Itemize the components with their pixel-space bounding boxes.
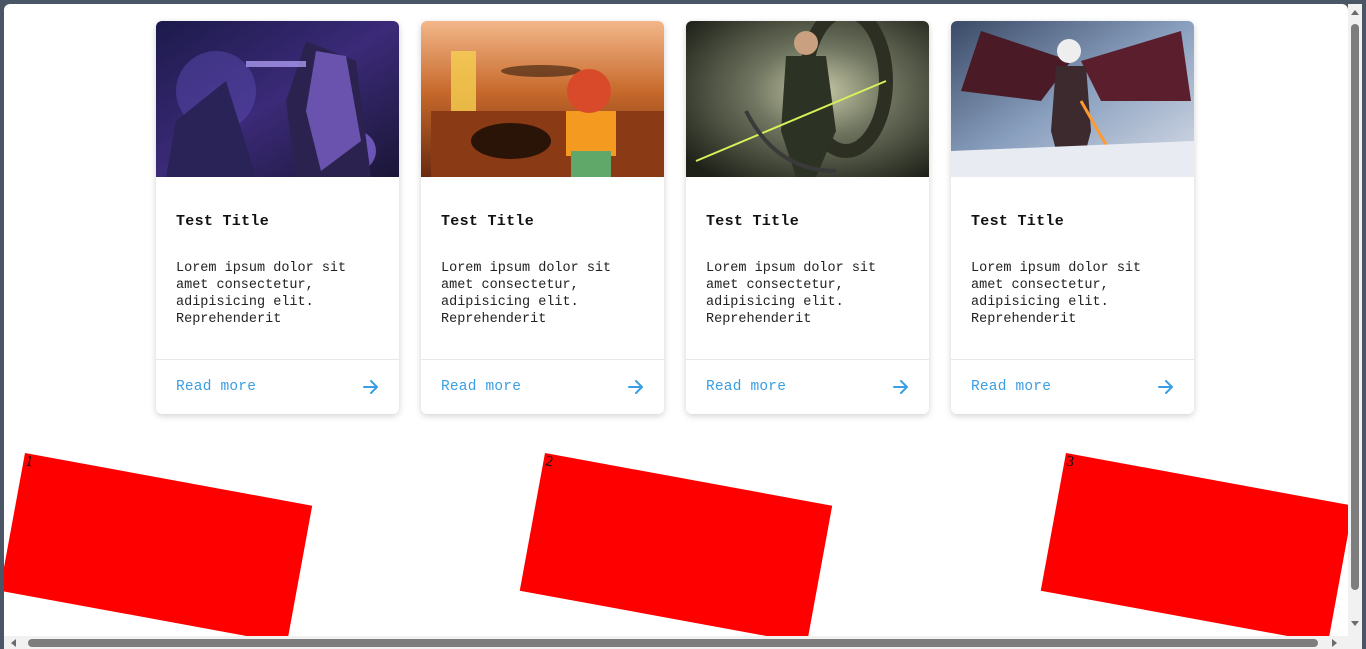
card-description: Lorem ipsum dolor sit amet consectetur, … xyxy=(971,261,1142,327)
card-title: Test Title xyxy=(441,213,535,230)
card-description: Lorem ipsum dolor sit amet consectetur, … xyxy=(706,261,877,327)
vertical-scroll-thumb[interactable] xyxy=(1351,24,1359,590)
card: Test Title Lorem ipsum dolor sit amet co… xyxy=(686,21,929,414)
card-image-savanna-character xyxy=(421,21,664,177)
scroll-down-icon[interactable] xyxy=(1351,621,1359,626)
horizontal-scroll-thumb[interactable] xyxy=(28,639,1318,647)
read-more-link[interactable]: Read more xyxy=(706,379,786,395)
card-image-archer xyxy=(686,21,929,177)
arrow-right-icon[interactable] xyxy=(1158,379,1174,395)
arrow-right-icon[interactable] xyxy=(363,379,379,395)
arrow-right-icon[interactable] xyxy=(628,379,644,395)
read-more-link[interactable]: Read more xyxy=(971,379,1051,395)
vertical-scrollbar[interactable] xyxy=(1348,4,1362,636)
card-title: Test Title xyxy=(176,213,270,230)
card-title: Test Title xyxy=(971,213,1065,230)
box-number-label: 1 xyxy=(24,453,35,471)
card-footer: Read more xyxy=(686,359,929,414)
horizontal-scrollbar[interactable] xyxy=(4,636,1348,649)
card-title: Test Title xyxy=(706,213,800,230)
rotated-red-box: 2 xyxy=(519,453,833,636)
card-image-winged-warrior xyxy=(951,21,1194,177)
read-more-link[interactable]: Read more xyxy=(176,379,256,395)
card-grid: Test Title Lorem ipsum dolor sit amet co… xyxy=(156,21,1194,414)
page-viewport: Test Title Lorem ipsum dolor sit amet co… xyxy=(4,4,1348,636)
read-more-link[interactable]: Read more xyxy=(441,379,521,395)
card-description: Lorem ipsum dolor sit amet consectetur, … xyxy=(441,261,612,327)
card: Test Title Lorem ipsum dolor sit amet co… xyxy=(421,21,664,414)
scroll-up-icon[interactable] xyxy=(1351,10,1359,15)
card-footer: Read more xyxy=(421,359,664,414)
card: Test Title Lorem ipsum dolor sit amet co… xyxy=(156,21,399,414)
card-image-dark-knight xyxy=(156,21,399,177)
card-footer: Read more xyxy=(156,359,399,414)
card-description: Lorem ipsum dolor sit amet consectetur, … xyxy=(176,261,347,327)
arrow-right-icon[interactable] xyxy=(893,379,909,395)
rotated-red-box: 3 xyxy=(1040,453,1348,636)
card: Test Title Lorem ipsum dolor sit amet co… xyxy=(951,21,1194,414)
scrollbar-corner xyxy=(1348,636,1362,649)
box-number-label: 3 xyxy=(1065,453,1076,471)
box-number-label: 2 xyxy=(544,453,555,471)
card-footer: Read more xyxy=(951,359,1194,414)
scroll-left-icon[interactable] xyxy=(11,639,16,647)
scroll-right-icon[interactable] xyxy=(1332,639,1337,647)
rotated-red-box: 1 xyxy=(4,453,313,636)
